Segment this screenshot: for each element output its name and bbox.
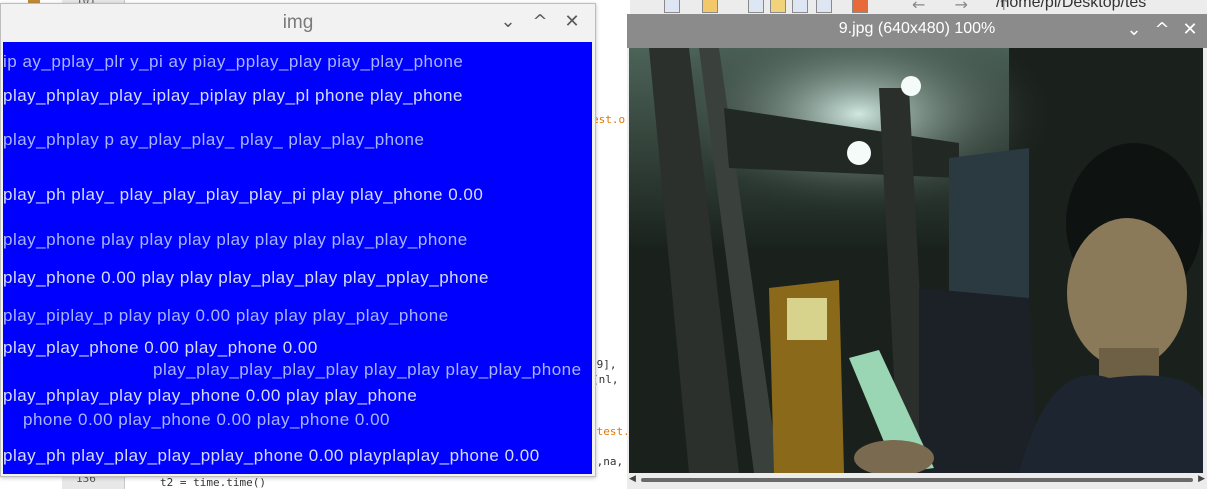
view-icon[interactable] — [748, 0, 764, 13]
scroll-left-icon[interactable]: ◀ — [629, 474, 636, 484]
webcam-photo — [629, 48, 1203, 473]
detail-view-icon[interactable] — [816, 0, 832, 13]
img-window-titlebar[interactable]: img ⌄ ^ ✕ — [1, 4, 595, 42]
close-icon[interactable]: ✕ — [1181, 20, 1199, 40]
code-line-time: t2 = time.time() — [160, 476, 266, 489]
canvas-text-row: play_phone 0.00 play play play_play_play… — [3, 268, 489, 287]
path-field[interactable]: /home/pi/Desktop/tes — [996, 0, 1146, 12]
canvas-text-row: play_ph play_ play_play_play_play_pi pla… — [3, 185, 484, 204]
canvas-text-row: play_phone play play play play play play… — [3, 230, 468, 249]
close-icon[interactable]: ✕ — [563, 12, 581, 32]
img-window: img ⌄ ^ ✕ ip ay_pplay_plr y_pi ay piay_p… — [0, 3, 596, 477]
window-icon[interactable] — [664, 0, 680, 13]
canvas-text-row: ip ay_pplay_plr y_pi ay piay_pplay_play … — [3, 52, 464, 71]
scroll-right-icon[interactable]: ▶ — [1198, 474, 1205, 484]
viewer-titlebar[interactable]: 9.jpg (640x480) 100% ⌄ ^ ✕ — [627, 14, 1207, 48]
canvas-text-row: phone 0.00 play_phone 0.00 play_phone 0.… — [23, 410, 390, 429]
minimize-icon[interactable]: ⌄ — [1125, 20, 1143, 40]
canvas-text-row: play_play_play_play_play play_play play_… — [153, 360, 582, 379]
img-canvas: ip ay_pplay_plr y_pi ay piay_pplay_play … — [3, 42, 592, 474]
canvas-text-row: play_play_phone 0.00 play_phone 0.00 — [3, 338, 318, 357]
folder-icon[interactable] — [702, 0, 718, 13]
canvas-text-row: play_phplay_play play_phone 0.00 play pl… — [3, 386, 418, 405]
image-viewer-window: 9.jpg (640x480) 100% ⌄ ^ ✕ ◀ ▶ — [627, 14, 1207, 489]
minimize-icon[interactable]: ⌄ — [499, 12, 517, 32]
photo-illustration — [629, 48, 1203, 473]
bookmark-icon[interactable] — [852, 0, 868, 13]
canvas-text-row: play_phplay_play_iplay_piplay play_pl ph… — [3, 86, 463, 105]
maximize-icon[interactable]: ^ — [1153, 20, 1171, 40]
canvas-text-row: play_ph play_play_play_pplay_phone 0.00 … — [3, 446, 540, 465]
code-fragment-test-o: est.o — [592, 113, 626, 126]
grid-view-icon[interactable] — [770, 0, 786, 13]
horizontal-scrollbar[interactable]: ◀ ▶ — [627, 474, 1207, 486]
maximize-icon[interactable]: ^ — [531, 12, 549, 32]
list-view-icon[interactable] — [792, 0, 808, 13]
canvas-text-row: play_piplay_p play play 0.00 play play p… — [3, 306, 449, 325]
canvas-text-row: play_phplay p ay_play_play_ play_ play_p… — [3, 130, 425, 149]
viewer-title: 9.jpg (640x480) 100% — [838, 20, 996, 37]
scrollbar-thumb[interactable] — [641, 478, 1193, 482]
